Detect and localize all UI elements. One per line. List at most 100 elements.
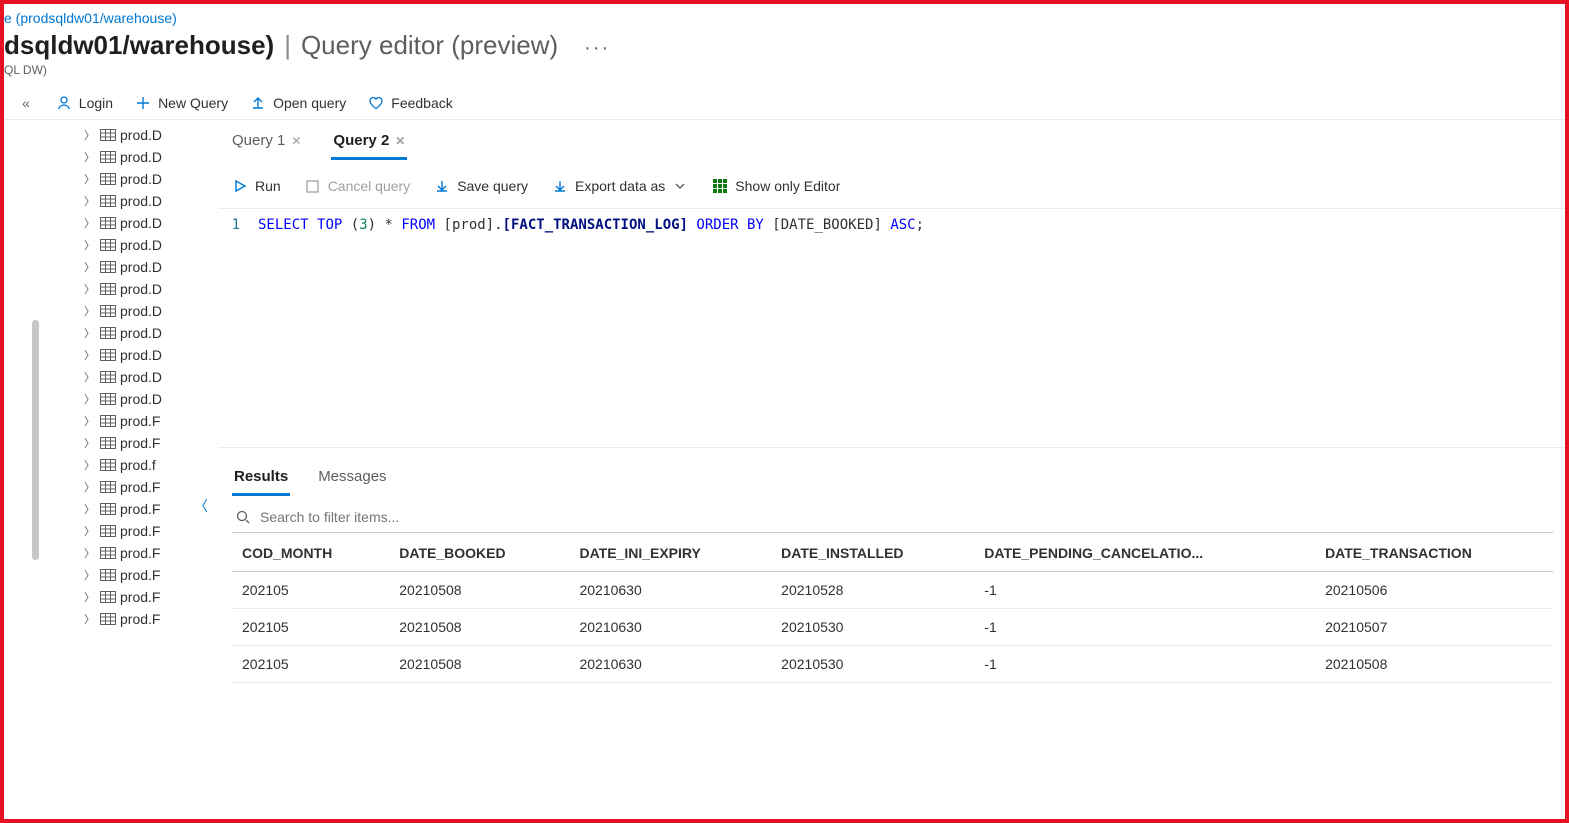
close-icon[interactable]: ✕ (395, 134, 405, 148)
tree-item[interactable]: 〉 prod.F (4, 564, 194, 586)
tree-item[interactable]: 〉prod.D (4, 146, 194, 168)
column-header[interactable]: DATE_PENDING_CANCELATIO... (974, 533, 1315, 572)
save-query-button[interactable]: Save query (434, 178, 528, 194)
tree-item-label: prod.F (120, 479, 160, 495)
chevron-right-icon: 〉 (84, 457, 96, 473)
table-icon (100, 173, 116, 185)
table-icon (100, 569, 116, 581)
table-cell: 20210630 (569, 572, 771, 609)
download-icon (552, 178, 568, 194)
column-header[interactable]: DATE_INSTALLED (771, 533, 974, 572)
chevron-right-icon: 〉 (84, 215, 96, 231)
tree-item-label: prod.D (120, 259, 162, 275)
collapse-results-icon[interactable]: 〈 (192, 492, 210, 520)
results-search-input[interactable] (258, 508, 1549, 526)
tree-item[interactable]: 〉prod.D (4, 168, 194, 190)
table-icon (100, 283, 116, 295)
object-explorer[interactable]: 〉prod.D〉prod.D〉prod.D〉prod.D〉prod.D〉prod… (4, 120, 194, 790)
table-icon (100, 613, 116, 625)
page-subtitle: QL DW) (4, 61, 1565, 87)
table-row[interactable]: 202105202105082021063020210530-120210507 (232, 609, 1553, 646)
tree-item[interactable]: 〉prod.F (4, 608, 194, 630)
table-icon (100, 305, 116, 317)
tab-messages[interactable]: Messages (316, 464, 388, 496)
sql-code-line[interactable]: SELECT TOP (3) * FROM [prod].[FACT_TRANS… (258, 217, 924, 233)
scrollbar-thumb[interactable] (32, 320, 39, 560)
line-number: 1 (218, 217, 258, 233)
table-cell: -1 (974, 609, 1315, 646)
tree-item-label: prod.f (120, 457, 156, 473)
tree-item[interactable]: 〉prod.D (4, 212, 194, 234)
tree-item-label: prod.F (120, 413, 160, 429)
run-label: Run (255, 178, 281, 194)
tree-item-label: prod.D (120, 369, 162, 385)
chevron-right-icon: 〉 (84, 391, 96, 407)
table-icon (100, 371, 116, 383)
new-query-button[interactable]: New Query (135, 95, 228, 111)
chevron-right-icon: 〉 (84, 545, 96, 561)
table-icon (100, 481, 116, 493)
query-tab[interactable]: Query 2✕ (331, 126, 407, 160)
chevron-right-icon: 〉 (84, 611, 96, 627)
tree-item[interactable]: 〉prod.D (4, 234, 194, 256)
breadcrumb[interactable]: e (prodsqldw01/warehouse) (4, 4, 1565, 30)
login-button[interactable]: Login (56, 95, 113, 111)
table-icon (100, 459, 116, 471)
table-cell: 20210530 (771, 646, 974, 683)
show-only-editor-button[interactable]: Show only Editor (712, 178, 840, 194)
tree-item[interactable]: 〉prod.F (4, 586, 194, 608)
open-query-label: Open query (273, 95, 346, 111)
results-table[interactable]: COD_MONTHDATE_BOOKEDDATE_INI_EXPIRYDATE_… (232, 533, 1553, 683)
tree-item-label: prod.F (120, 589, 160, 605)
open-query-button[interactable]: Open query (250, 95, 346, 111)
chevron-right-icon: 〉 (84, 413, 96, 429)
tree-item[interactable]: 〉prod.D (4, 300, 194, 322)
table-icon (100, 591, 116, 603)
results-search[interactable] (232, 500, 1553, 533)
upload-icon (250, 95, 266, 111)
column-header[interactable]: DATE_BOOKED (389, 533, 569, 572)
collapse-chevron-icon[interactable]: « (22, 95, 30, 111)
tree-item[interactable]: 〉prod.D (4, 190, 194, 212)
chevron-right-icon: 〉 (84, 149, 96, 165)
query-tab[interactable]: Query 1✕ (230, 126, 303, 160)
table-icon (100, 129, 116, 141)
feedback-label: Feedback (391, 95, 452, 111)
tree-item[interactable]: 〉 prod.D (4, 256, 194, 278)
table-cell: 20210508 (1315, 646, 1553, 683)
table-row[interactable]: 202105202105082021063020210530-120210508 (232, 646, 1553, 683)
tree-item-label: prod.F (120, 567, 160, 583)
table-row[interactable]: 202105202105082021063020210528-120210506 (232, 572, 1553, 609)
person-icon (56, 95, 72, 111)
chevron-right-icon: 〉 (84, 127, 96, 143)
close-icon[interactable]: ✕ (291, 134, 301, 148)
sql-editor[interactable]: 1 SELECT TOP (3) * FROM [prod].[FACT_TRA… (218, 208, 1565, 448)
column-header[interactable]: DATE_INI_EXPIRY (569, 533, 771, 572)
chevron-right-icon: 〉 (84, 567, 96, 583)
play-icon (232, 178, 248, 194)
more-icon[interactable]: ··· (584, 37, 610, 60)
search-icon (236, 510, 250, 524)
table-cell: 20210508 (389, 609, 569, 646)
table-icon (100, 393, 116, 405)
title-separator: | (284, 30, 291, 61)
export-data-button[interactable]: Export data as (552, 178, 688, 194)
tab-results[interactable]: Results (232, 464, 290, 496)
column-header[interactable]: COD_MONTH (232, 533, 389, 572)
tree-item-label: prod.F (120, 435, 160, 451)
tree-item[interactable]: 〉prod.D (4, 124, 194, 146)
chevron-right-icon: 〉 (84, 259, 96, 275)
table-icon (100, 503, 116, 515)
plus-icon (135, 95, 151, 111)
table-icon (100, 151, 116, 163)
table-icon (100, 525, 116, 537)
new-query-label: New Query (158, 95, 228, 111)
save-label: Save query (457, 178, 528, 194)
tree-item[interactable]: 〉prod.D (4, 278, 194, 300)
tree-item-label: prod.D (120, 347, 162, 363)
feedback-button[interactable]: Feedback (368, 95, 452, 111)
table-cell: 20210630 (569, 646, 771, 683)
column-header[interactable]: DATE_TRANSACTION (1315, 533, 1553, 572)
table-cell: 20210530 (771, 609, 974, 646)
run-button[interactable]: Run (232, 178, 281, 194)
